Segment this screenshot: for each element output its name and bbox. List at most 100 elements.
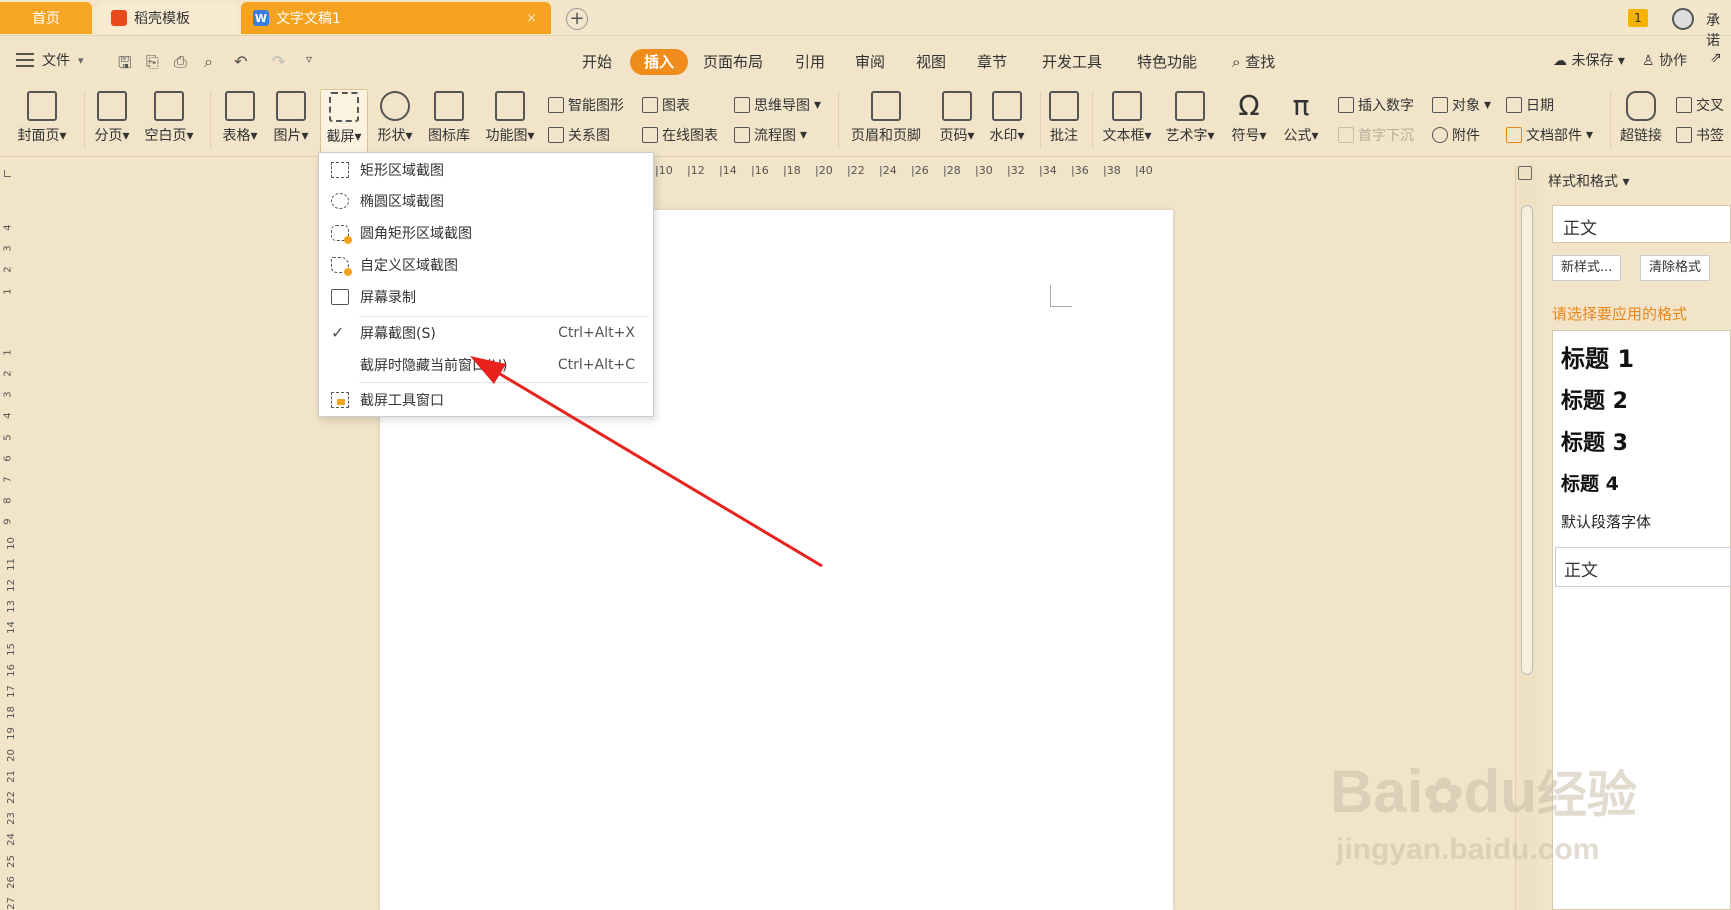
ruler-tick: |36 — [1071, 164, 1089, 177]
watermark-brand: Bai — [1330, 758, 1424, 825]
hide-window-shortcut: Ctrl+Alt+C — [557, 357, 635, 373]
style-heading-2[interactable]: 标题 2 — [1561, 383, 1628, 415]
style-default-font[interactable]: 默认段落字体 — [1561, 511, 1651, 532]
bookmark-button[interactable]: 书签 — [1676, 125, 1724, 145]
mindmap-button[interactable]: 思维导图 ▾ — [734, 95, 821, 115]
menu-item-rounded-capture[interactable]: 圆角矩形区域截图 — [319, 218, 653, 248]
ruler-tick: |22 — [847, 164, 865, 177]
new-tab-button[interactable]: + — [566, 8, 588, 30]
clear-format-button[interactable]: 清除格式 — [1640, 255, 1711, 281]
tab-home-label: 首页 — [32, 11, 60, 27]
online-chart-button[interactable]: 在线图表 — [642, 125, 718, 145]
style-heading-3[interactable]: 标题 3 — [1561, 425, 1628, 457]
ruler-tick: |14 — [719, 164, 737, 177]
print-preview-icon[interactable]: ⌕ — [204, 52, 213, 72]
comment-button[interactable]: 批注 — [1046, 91, 1082, 145]
flowchart-button[interactable]: 流程图 ▾ — [734, 125, 807, 145]
smartart-button[interactable]: 智能图形 — [548, 95, 624, 115]
panel-title[interactable]: 样式和格式 ▾ — [1548, 171, 1629, 191]
cross-ref-button[interactable]: 交叉 — [1676, 95, 1724, 115]
picture-button[interactable]: 图片▾ — [268, 91, 314, 145]
tab-template[interactable]: 稻壳模板 — [97, 2, 237, 34]
symbol-button[interactable]: Ω 符号▾ — [1226, 91, 1272, 145]
panel-toggle-icon[interactable] — [1518, 166, 1532, 180]
style-body[interactable]: 正文 — [1555, 547, 1731, 587]
attachment-button[interactable]: 附件 — [1432, 125, 1480, 145]
vertical-ruler[interactable]: 4 3 2 1 1 2 3 4 5 6 7 8 9 10 11 12 13 14 15 16 17 18 19 20 21 22 2… — [0, 195, 20, 910]
icon-library-button[interactable]: 图标库 — [424, 91, 474, 145]
tab-page-layout[interactable]: 页面布局 — [703, 49, 763, 75]
page-break-button[interactable]: 分页▾ — [90, 91, 134, 145]
drop-cap-icon — [1338, 127, 1354, 143]
chart-button[interactable]: 图表 — [642, 95, 690, 115]
date-button[interactable]: 日期 — [1506, 95, 1554, 115]
ruler-tick: 4 — [2, 224, 14, 231]
format-painter-icon[interactable]: ⎘ — [146, 52, 159, 72]
collab-button[interactable]: ♙ 协作 — [1642, 50, 1687, 70]
pi-icon: π — [1292, 89, 1310, 122]
screenshot-button[interactable]: 截屏▾ — [320, 89, 368, 155]
textbox-button[interactable]: 文本框▾ — [1098, 91, 1156, 145]
style-heading-4[interactable]: 标题 4 — [1561, 469, 1619, 496]
object-button[interactable]: 对象 ▾ — [1432, 95, 1491, 115]
hyperlink-button[interactable]: 超链接 — [1616, 91, 1666, 145]
watermark-button[interactable]: 水印▾ — [984, 91, 1030, 145]
relation-button[interactable]: 关系图 — [548, 125, 610, 145]
tab-developer[interactable]: 开发工具 — [1042, 49, 1102, 75]
tab-special[interactable]: 特色功能 — [1137, 49, 1197, 75]
formula-button[interactable]: π 公式▾ — [1278, 91, 1324, 145]
smartart-label: 智能图形 — [568, 98, 624, 114]
close-tab-icon[interactable]: × — [526, 11, 537, 26]
tab-insert[interactable]: 插入 — [630, 49, 689, 75]
user-avatar[interactable] — [1672, 8, 1694, 30]
menu-item-custom-capture[interactable]: 自定义区域截图 — [319, 250, 653, 280]
tab-references[interactable]: 引用 — [795, 49, 825, 75]
menu-item-ellipse-capture[interactable]: 椭圆区域截图 — [319, 186, 653, 216]
new-style-button[interactable]: 新样式... — [1552, 255, 1622, 281]
page-number-button[interactable]: 页码▾ — [934, 91, 980, 145]
menu-item-capture-tool-window[interactable]: 截屏工具窗口 — [319, 385, 653, 415]
table-button[interactable]: 表格▾ — [218, 91, 262, 145]
drop-cap-button[interactable]: 首字下沉 — [1338, 125, 1414, 145]
ruler-tick: 3 — [2, 391, 14, 398]
menu-item-screen-record[interactable]: 屏幕录制 — [319, 282, 653, 312]
tab-chapter[interactable]: 章节 — [977, 49, 1007, 75]
function-chart-button[interactable]: 功能图▾ — [482, 91, 538, 145]
scrollbar-thumb[interactable] — [1521, 205, 1533, 675]
ribbon-divider — [210, 91, 211, 149]
tab-review[interactable]: 审阅 — [855, 49, 885, 75]
menu-item-screen-capture[interactable]: ✓ 屏幕截图(S) Ctrl+Alt+X — [319, 318, 653, 348]
apply-format-label: 请选择要应用的格式 — [1552, 305, 1688, 323]
search-button[interactable]: ⌕ 查找 — [1232, 49, 1275, 75]
undo-icon[interactable]: ↶ — [234, 52, 247, 71]
ruler-tick: 5 — [2, 433, 14, 441]
print-icon[interactable]: ⎙ — [174, 52, 187, 72]
file-menu[interactable]: 文件 ▾ — [16, 50, 84, 70]
insert-number-button[interactable]: 插入数字 — [1338, 95, 1414, 115]
redo-icon[interactable]: ↷ — [272, 52, 285, 71]
wordart-button[interactable]: 艺术字▾ — [1160, 91, 1220, 145]
blank-page-button[interactable]: 空白页▾ — [140, 91, 198, 145]
insert-ribbon: 封面页▾ 分页▾ 空白页▾ 表格▾ 图片▾ 截屏▾ 形状▾ 图标库 功能图▾ 智… — [0, 85, 1731, 157]
comment-label: 批注 — [1050, 128, 1078, 144]
notification-badge[interactable]: 1 — [1628, 9, 1648, 27]
tab-start[interactable]: 开始 — [582, 49, 612, 75]
share-icon[interactable]: ⇗ — [1710, 50, 1722, 66]
customize-toolbar-icon[interactable]: ▿ — [306, 52, 312, 66]
current-style-field[interactable]: 正文 — [1552, 205, 1731, 243]
tab-document[interactable]: W 文字文稿1 × — [241, 2, 551, 34]
tab-home[interactable]: 首页 — [0, 2, 92, 34]
header-footer-button[interactable]: 页眉和页脚 — [846, 91, 926, 145]
horizontal-ruler[interactable]: |10 |12 |14 |16 |18 |20 |22 |24 |26 |28 |30 |32 |34 |… — [20, 160, 1520, 182]
menu-item-rect-capture[interactable]: 矩形区域截图 — [319, 155, 653, 185]
shape-button[interactable]: 形状▾ — [372, 91, 418, 145]
cover-page-button[interactable]: 封面页▾ — [12, 91, 72, 145]
ruler-tick: 14 — [5, 621, 17, 635]
doc-part-icon — [1506, 127, 1522, 143]
unsaved-status[interactable]: ☁ 未保存 ▾ — [1553, 50, 1625, 70]
menu-item-hide-window[interactable]: 截屏时隐藏当前窗口(H) Ctrl+Alt+C — [319, 350, 653, 380]
style-heading-1[interactable]: 标题 1 — [1561, 339, 1634, 374]
save-icon[interactable]: 🖫 — [118, 52, 132, 79]
tab-view[interactable]: 视图 — [916, 49, 946, 75]
doc-part-button[interactable]: 文档部件 ▾ — [1506, 125, 1593, 145]
